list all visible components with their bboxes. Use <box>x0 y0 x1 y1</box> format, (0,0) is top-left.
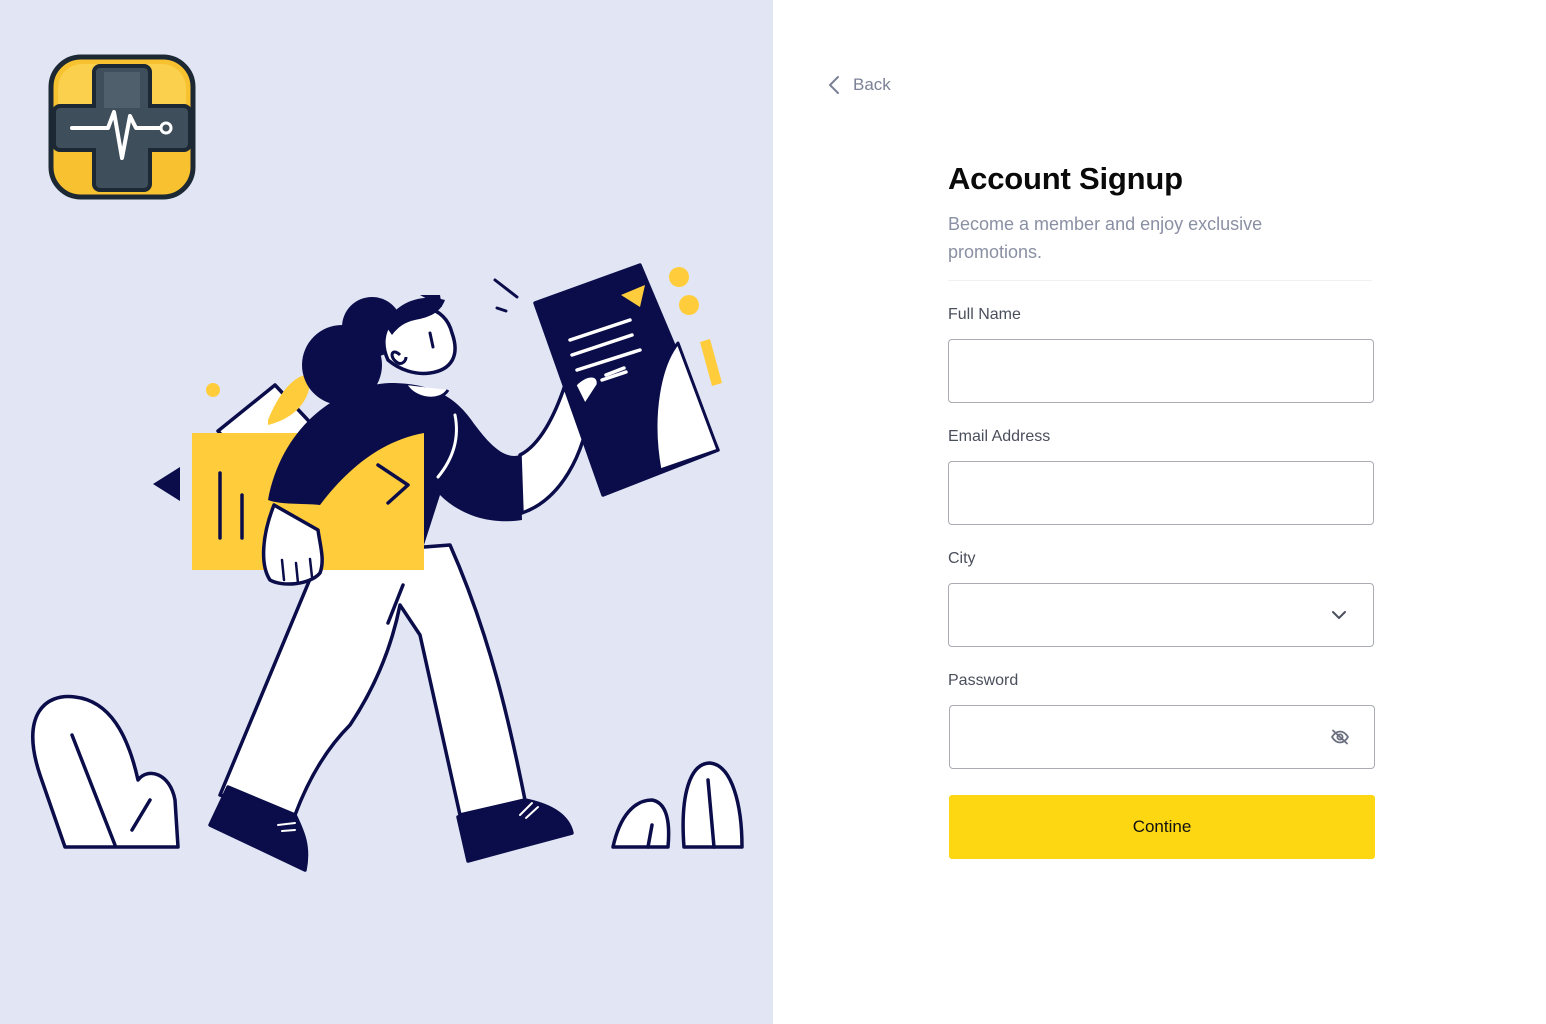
password-box <box>949 705 1375 769</box>
email-label: Email Address <box>948 428 1051 445</box>
email-input[interactable] <box>949 462 1373 524</box>
chevron-left-icon <box>829 76 839 94</box>
password-input[interactable] <box>950 706 1374 768</box>
continue-button[interactable]: Contine <box>949 795 1375 859</box>
eye-off-icon[interactable] <box>1328 725 1352 749</box>
medical-cross-heartbeat-icon <box>48 54 196 200</box>
illustration-panel <box>0 0 773 1024</box>
back-button[interactable]: Back <box>827 72 891 98</box>
city-field-group: City <box>948 549 1376 647</box>
chevron-down-icon[interactable] <box>1327 603 1351 627</box>
city-select[interactable] <box>948 583 1374 647</box>
city-input[interactable] <box>949 584 1373 646</box>
page-subtitle: Become a member and enjoy exclusive prom… <box>948 214 1263 262</box>
divider <box>948 280 1372 281</box>
password-label: Password <box>948 672 1019 689</box>
full-name-box <box>948 339 1374 403</box>
woman-walking-with-document-illustration <box>31 263 744 872</box>
signup-form: Account Signup Become a member and enjoy… <box>948 160 1376 859</box>
city-label: City <box>948 550 976 567</box>
page-title: Account Signup <box>948 161 1183 196</box>
full-name-input[interactable] <box>949 340 1373 402</box>
back-label: Back <box>853 75 891 94</box>
email-box <box>948 461 1374 525</box>
full-name-field-group: Full Name <box>948 305 1376 403</box>
email-field-group: Email Address <box>948 427 1376 525</box>
password-field-group: Password <box>948 671 1376 769</box>
full-name-label: Full Name <box>948 306 1021 323</box>
